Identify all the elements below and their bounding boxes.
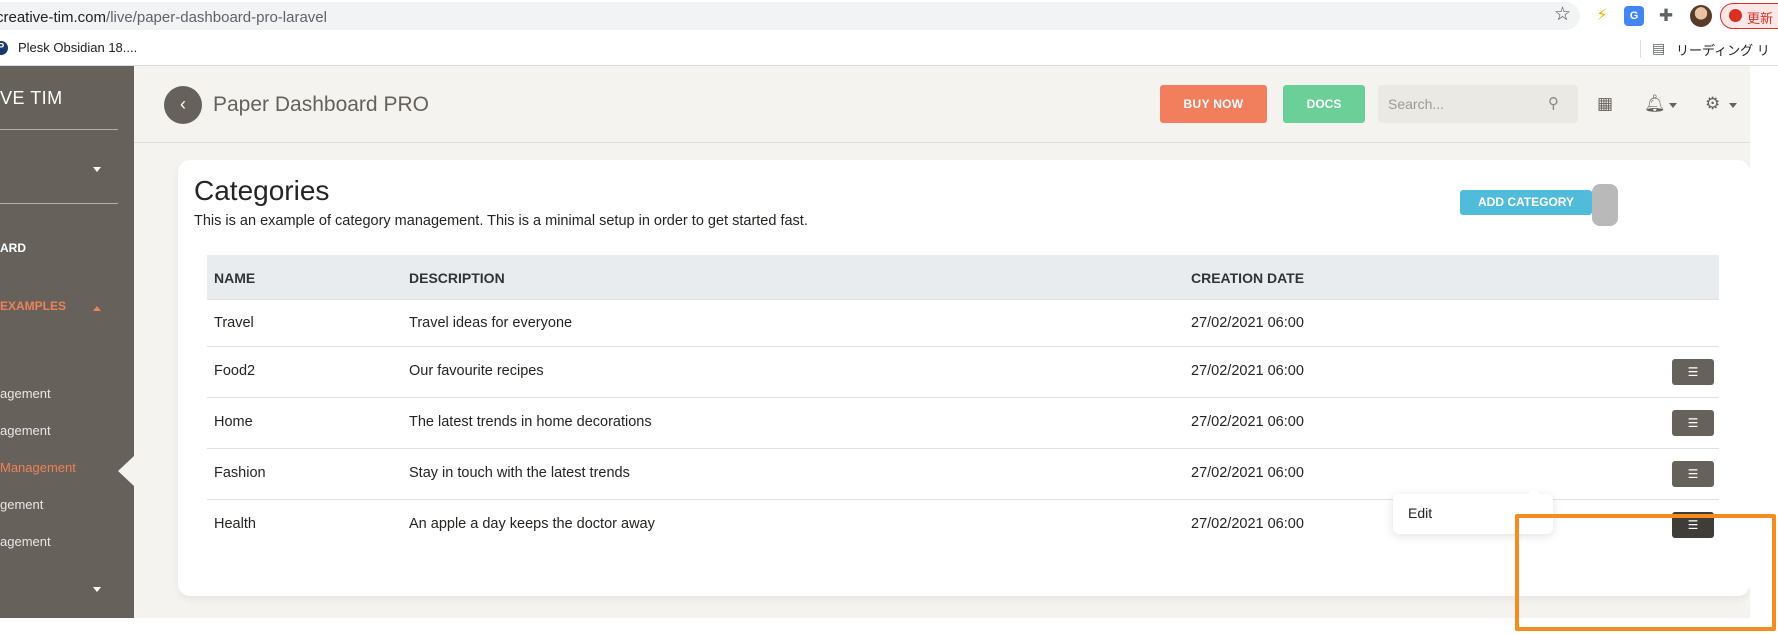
dropdown-item-edit[interactable]: Edit: [1408, 505, 1432, 521]
settings-gear-icon[interactable]: ⚙: [1705, 94, 1720, 114]
cell-description: Our favourite recipes: [409, 363, 544, 379]
sidebar-subitem-4[interactable]: gement: [0, 497, 43, 512]
cell-description: Stay in touch with the latest trends: [409, 465, 630, 481]
cell-name: Travel: [214, 315, 254, 331]
reading-list-icon[interactable]: ▤: [1652, 40, 1665, 57]
bookmarks-divider: [1640, 40, 1641, 58]
row-actions-button-open[interactable]: ☰: [1672, 512, 1714, 538]
sidebar-item-dashboard[interactable]: ARD: [0, 241, 26, 255]
user-menu-caret-icon[interactable]: [93, 167, 101, 172]
sidebar-divider: [0, 203, 118, 204]
bookmark-plesk[interactable]: Plesk Obsidian 18....: [18, 40, 137, 55]
sidebar-brand[interactable]: VE TIM: [0, 88, 63, 109]
bookmark-star-icon[interactable]: ☆: [1554, 5, 1571, 25]
cell-description: Travel ideas for everyone: [409, 315, 573, 331]
row-actions-button[interactable]: ☰: [1672, 359, 1714, 385]
list-icon: ☰: [1687, 467, 1699, 481]
buy-now-button[interactable]: BUY NOW: [1160, 85, 1267, 123]
cell-date: 27/02/2021 06:00: [1191, 516, 1304, 532]
page-title[interactable]: Paper Dashboard PRO: [213, 93, 429, 117]
add-category-button[interactable]: ADD CATEGORY: [1460, 190, 1592, 215]
cell-date: 27/02/2021 06:00: [1191, 414, 1304, 430]
cell-description: The latest trends in home decorations: [409, 414, 652, 430]
cell-date: 27/02/2021 06:00: [1191, 465, 1304, 481]
update-button[interactable]: 更新: [1720, 3, 1778, 29]
search-input[interactable]: [1388, 94, 1538, 114]
cell-name: Home: [214, 414, 253, 430]
table-row: Travel Travel ideas for everyone 27/02/2…: [207, 301, 1719, 347]
cell-name: Fashion: [214, 465, 266, 481]
table-row: Food2 Our favourite recipes 27/02/2021 0…: [207, 347, 1719, 398]
row-actions-dropdown: Edit: [1393, 488, 1553, 534]
card-description: This is an example of category managemen…: [194, 213, 808, 229]
table-header: NAME DESCRIPTION CREATION DATE: [207, 255, 1719, 300]
active-item-indicator: [118, 456, 134, 486]
list-icon: ☰: [1687, 365, 1699, 379]
sidebar-subitem-5[interactable]: agement: [0, 534, 51, 549]
notification-bell-icon[interactable]: 🔔︎: [1644, 94, 1666, 114]
column-header-name[interactable]: NAME: [214, 270, 255, 286]
examples-caret-icon: [93, 306, 101, 311]
cell-name: Health: [214, 516, 256, 532]
table-row: Home The latest trends in home decoratio…: [207, 398, 1719, 449]
reading-list-button[interactable]: リーディング リ: [1676, 40, 1770, 59]
lightning-extension-icon[interactable]: ⚡: [1592, 6, 1612, 26]
profile-avatar[interactable]: [1690, 5, 1712, 27]
card-title: Categories: [194, 175, 330, 206]
settings-caret-icon[interactable]: [1729, 103, 1737, 108]
sidebar-subitem-2[interactable]: agement: [0, 423, 51, 438]
row-actions-button[interactable]: ☰: [1672, 410, 1714, 436]
extensions-puzzle-icon[interactable]: ✚: [1656, 6, 1676, 26]
cell-date: 27/02/2021 06:00: [1191, 363, 1304, 379]
notification-caret-icon[interactable]: [1669, 103, 1677, 108]
update-dot-icon: [1729, 9, 1742, 22]
sidebar-toggle-button[interactable]: ‹: [164, 86, 202, 124]
list-icon: ☰: [1687, 518, 1699, 532]
cell-date: 27/02/2021 06:00: [1191, 315, 1304, 331]
bookmarks-bar: P Plesk Obsidian 18.... ▤ リーディング リ: [0, 32, 1778, 66]
url-path: /live/paper-dashboard-pro-laravel: [106, 9, 327, 26]
scrollbar-thumb[interactable]: [1592, 184, 1618, 226]
list-icon: ☰: [1687, 416, 1699, 430]
table-row: Fashion Stay in touch with the latest tr…: [207, 449, 1719, 500]
search-icon[interactable]: ⚲: [1548, 94, 1559, 112]
top-navbar: ‹ Paper Dashboard PRO BUY NOW DOCS ⚲ ▦ 🔔…: [134, 66, 1750, 143]
url-domain: creative-tim.com: [0, 9, 107, 26]
search-box: ⚲: [1378, 85, 1578, 123]
sidebar-divider: [0, 129, 118, 130]
sidebar-item-examples[interactable]: EXAMPLES: [0, 299, 66, 313]
layout-grid-icon[interactable]: ▦: [1597, 94, 1613, 114]
sidebar: VE TIM ARD EXAMPLES agement agement Mana…: [0, 66, 134, 618]
update-label: 更新: [1747, 11, 1774, 26]
column-header-creation-date[interactable]: CREATION DATE: [1191, 270, 1304, 286]
sidebar-bottom-caret-icon[interactable]: [93, 587, 101, 592]
plesk-favicon-icon: P: [0, 41, 8, 55]
translate-extension-icon[interactable]: G: [1624, 6, 1644, 26]
docs-button[interactable]: DOCS: [1283, 85, 1365, 123]
url-field[interactable]: creative-tim.com/live/paper-dashboard-pr…: [0, 2, 1580, 30]
cell-name: Food2: [214, 363, 256, 379]
row-actions-button[interactable]: ☰: [1672, 461, 1714, 487]
main-panel: ‹ Paper Dashboard PRO BUY NOW DOCS ⚲ ▦ 🔔…: [134, 66, 1750, 618]
sidebar-subitem-1[interactable]: agement: [0, 386, 51, 401]
sidebar-subitem-category-management[interactable]: Management: [0, 460, 76, 475]
url-text[interactable]: creative-tim.com/live/paper-dashboard-pr…: [0, 9, 327, 26]
screen: creative-tim.com/live/paper-dashboard-pr…: [0, 0, 1778, 634]
cell-description: An apple a day keeps the doctor away: [409, 516, 655, 532]
browser-address-bar: creative-tim.com/live/paper-dashboard-pr…: [0, 0, 1778, 32]
column-header-description[interactable]: DESCRIPTION: [409, 270, 505, 286]
